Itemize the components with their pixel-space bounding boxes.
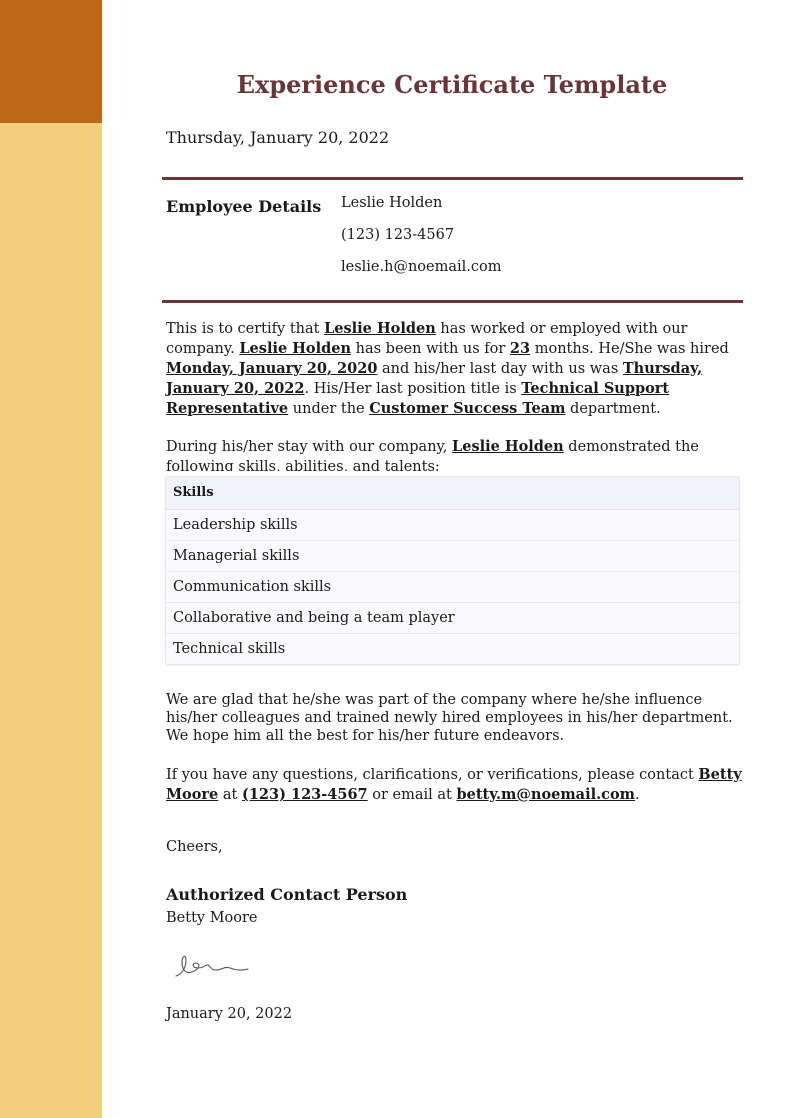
employee-name: Leslie Holden [341, 195, 443, 211]
authorized-person-title: Authorized Contact Person [166, 885, 408, 904]
text: has been with us for [351, 341, 510, 357]
page-title: Experience Certificate Template [236, 70, 668, 99]
text: . [634, 787, 640, 803]
employee-phone: (123) 123-4567 [341, 227, 455, 243]
employee-details-label: Employee Details [166, 197, 322, 216]
issue-date: Thursday, January 20, 2022 [166, 128, 390, 147]
employee-email: leslie.h@noemail.com [341, 259, 502, 275]
salutation: Cheers, [166, 839, 223, 855]
skills-table-header: Skills [166, 477, 739, 510]
closing-paragraph: We are glad that he/she was part of the … [166, 692, 733, 744]
employee-name-field: Leslie Holden [324, 320, 436, 337]
text: under the [288, 401, 370, 417]
sidebar-top-block [0, 0, 102, 123]
sidebar-decoration [0, 0, 102, 1118]
contact-email-field: betty.m@noemail.com [456, 786, 635, 803]
text: and his/her last day with us was [377, 361, 623, 377]
table-row: Communication skills [166, 572, 739, 603]
text: . His/Her last position title is [304, 381, 522, 397]
skills-intro-paragraph: During his/her stay with our company, Le… [166, 437, 746, 471]
employee-details: Leslie Holden (123) 123-4567 leslie.h@no… [341, 195, 502, 291]
text: months. He/She was hired [530, 341, 729, 357]
text: If you have any questions, clarification… [166, 767, 699, 783]
certification-paragraph: This is to certify that Leslie Holden ha… [166, 319, 746, 419]
table-row: Managerial skills [166, 541, 739, 572]
text: This is to certify that [166, 321, 325, 337]
authorized-person-name: Betty Moore [166, 910, 258, 926]
divider-bottom [162, 300, 743, 303]
table-row: Technical skills [173, 641, 286, 657]
text: During his/her stay with our company, [166, 439, 453, 455]
table-row: Collaborative and being a team player [166, 603, 739, 634]
signature-icon [175, 955, 249, 977]
months-field: 23 [509, 340, 531, 357]
contact-phone-field: (123) 123-4567 [241, 786, 368, 803]
contact-paragraph: If you have any questions, clarification… [166, 765, 746, 805]
divider-top [162, 177, 743, 180]
hire-date-field: Monday, January 20, 2020 [166, 360, 378, 377]
skills-table: Skills Leadership skills Managerial skil… [165, 476, 740, 665]
employee-name-field: Leslie Holden [239, 340, 352, 357]
table-row: Leadership skills [166, 510, 739, 541]
text: or email at [367, 787, 457, 803]
employee-name-field: Leslie Holden [452, 438, 564, 455]
signature-date: January 20, 2022 [166, 1006, 293, 1022]
text: department. [565, 401, 661, 417]
department-field: Customer Success Team [369, 400, 566, 417]
text: at [218, 787, 242, 803]
